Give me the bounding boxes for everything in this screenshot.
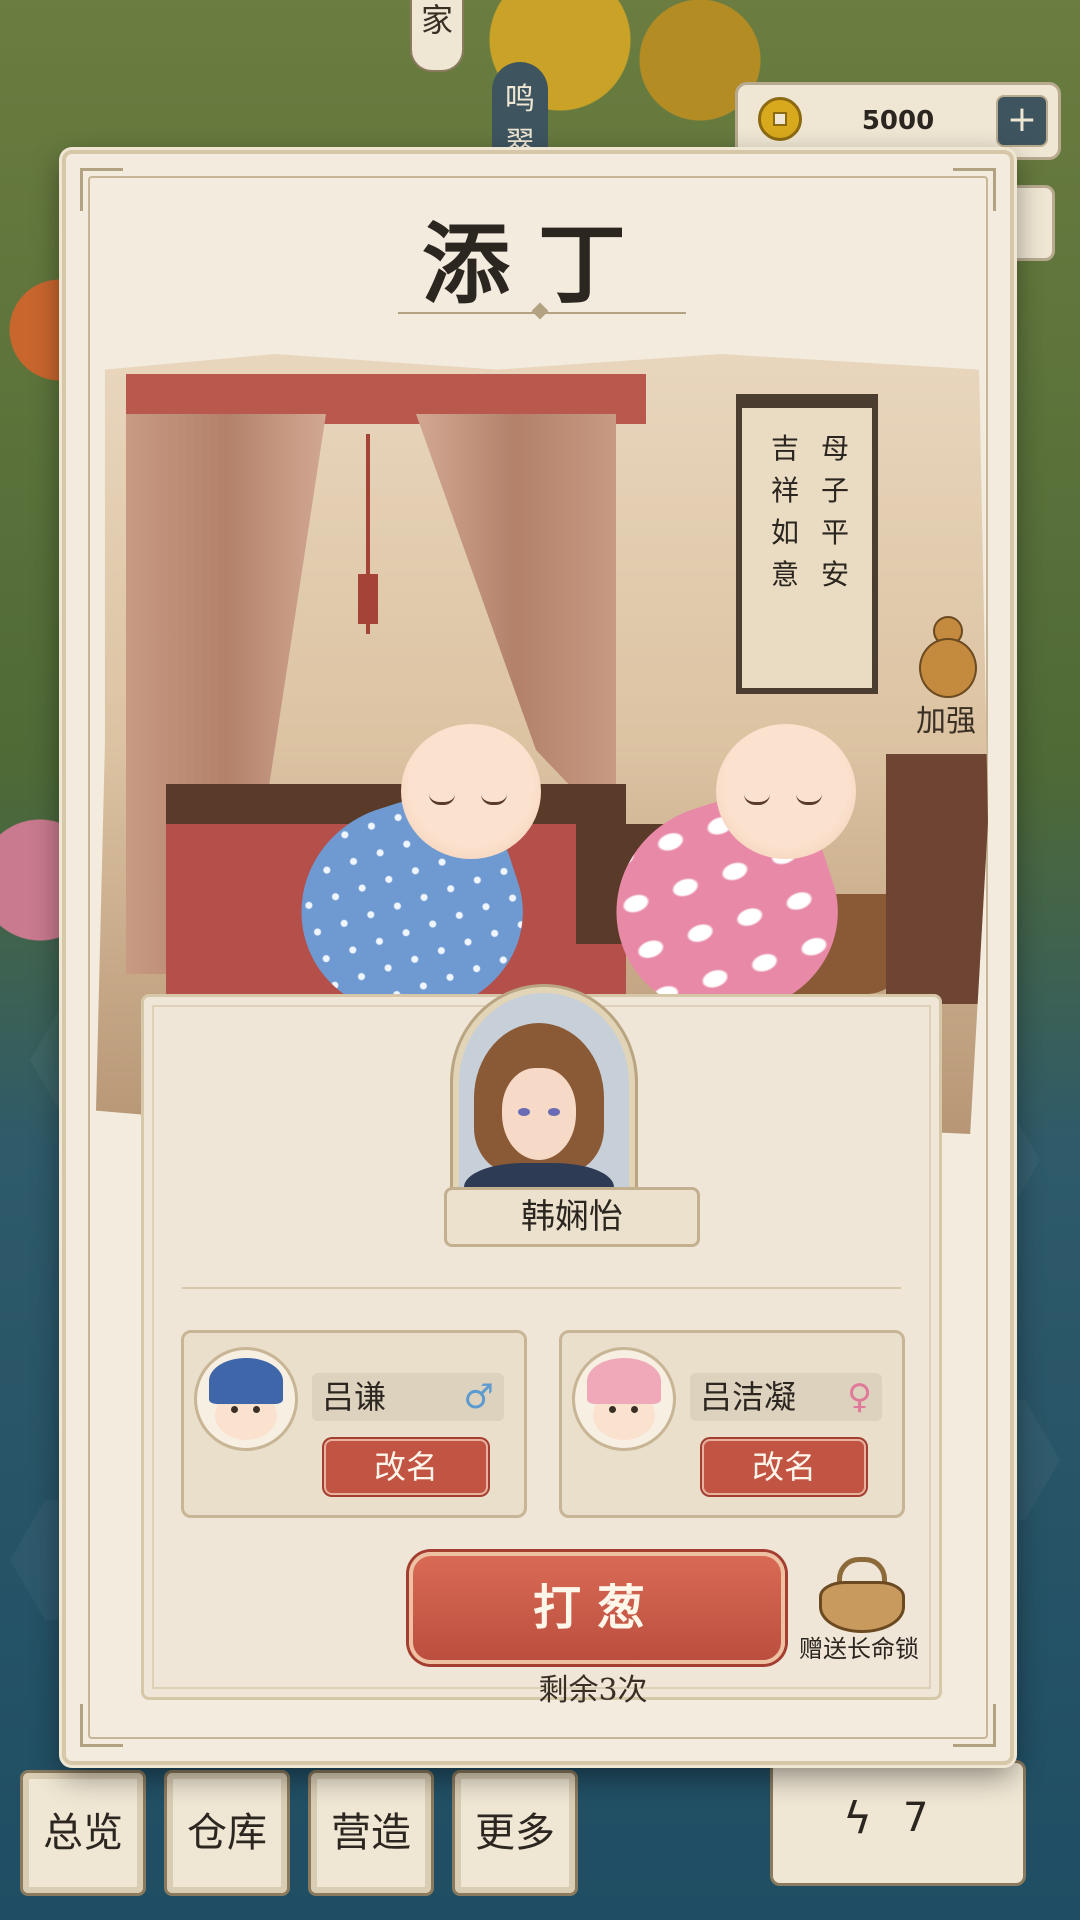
tassel-ornament [358, 434, 378, 634]
nav-warehouse[interactable]: 仓库 [164, 1770, 290, 1896]
baby-boy [273, 724, 549, 1043]
buff-button[interactable]: 加强 [896, 616, 988, 740]
primary-action-button[interactable]: 打葱 [409, 1552, 785, 1664]
scroll-line: 吉祥如意 [770, 432, 799, 591]
rename-button[interactable]: 改名 [324, 1439, 488, 1495]
female-icon: ♀ [847, 1377, 872, 1417]
location-tag[interactable]: 鸣翠 [492, 62, 548, 161]
energy-panel: ϟ 7 [770, 1760, 1026, 1886]
hat-icon [209, 1358, 283, 1404]
mother-portrait [453, 987, 635, 1199]
scroll-line: 母子平安 [820, 432, 849, 591]
birth-dialog: 添丁 母子平安 吉祥如意 加强 韩娴怡 吕谦 ♂ 改名 吕洁凝 ♀ 改名 打葱 … [62, 150, 1014, 1765]
energy-value: 7 [903, 1795, 929, 1841]
child-avatar [194, 1347, 298, 1451]
hat-icon [587, 1358, 661, 1404]
rename-button[interactable]: 改名 [702, 1439, 866, 1495]
nav-build[interactable]: 营造 [308, 1770, 434, 1896]
coin-counter: 5000 + [735, 82, 1061, 160]
mother-name: 韩娴怡 [444, 1187, 700, 1247]
panel-divider [182, 1287, 901, 1289]
add-coins-button[interactable]: + [996, 95, 1048, 147]
child-name: 吕谦 [322, 1378, 387, 1416]
child-card: 吕谦 ♂ 改名 [181, 1330, 527, 1518]
nav-overview[interactable]: 总览 [20, 1770, 146, 1896]
gourd-icon [911, 616, 981, 698]
child-name-box: 吕洁凝 ♀ [690, 1373, 882, 1421]
child-avatar [572, 1347, 676, 1451]
child-name-box: 吕谦 ♂ [312, 1373, 504, 1421]
home-tag[interactable]: 家 [410, 0, 464, 72]
child-card: 吕洁凝 ♀ 改名 [559, 1330, 905, 1518]
bottom-nav: 总览 仓库 营造 更多 [20, 1770, 578, 1896]
info-panel: 韩娴怡 吕谦 ♂ 改名 吕洁凝 ♀ 改名 打葱 剩余3次 赠送长命锁 [141, 987, 942, 1708]
coin-icon [758, 97, 802, 141]
corner-ornament [953, 1704, 996, 1747]
longevity-lock-icon [819, 1557, 905, 1633]
wall-scroll: 母子平安 吉祥如意 [736, 394, 878, 694]
corner-ornament [80, 1704, 123, 1747]
lightning-icon: ϟ [843, 1793, 873, 1844]
gift-lock-button[interactable]: 赠送长命锁 [784, 1557, 934, 1664]
baby-girl [588, 724, 864, 1043]
buff-label: 加强 [916, 704, 976, 739]
gift-label: 赠送长命锁 [799, 1635, 919, 1663]
remaining-count: 剩余3次 [538, 1673, 648, 1708]
cabinet [886, 754, 988, 1004]
coin-amount: 5000 [861, 106, 935, 136]
male-icon: ♂ [463, 1377, 494, 1417]
nav-more[interactable]: 更多 [452, 1770, 578, 1896]
child-name: 吕洁凝 [700, 1378, 797, 1416]
avatar [453, 987, 635, 1199]
dialog-title: 添丁 [421, 212, 654, 316]
